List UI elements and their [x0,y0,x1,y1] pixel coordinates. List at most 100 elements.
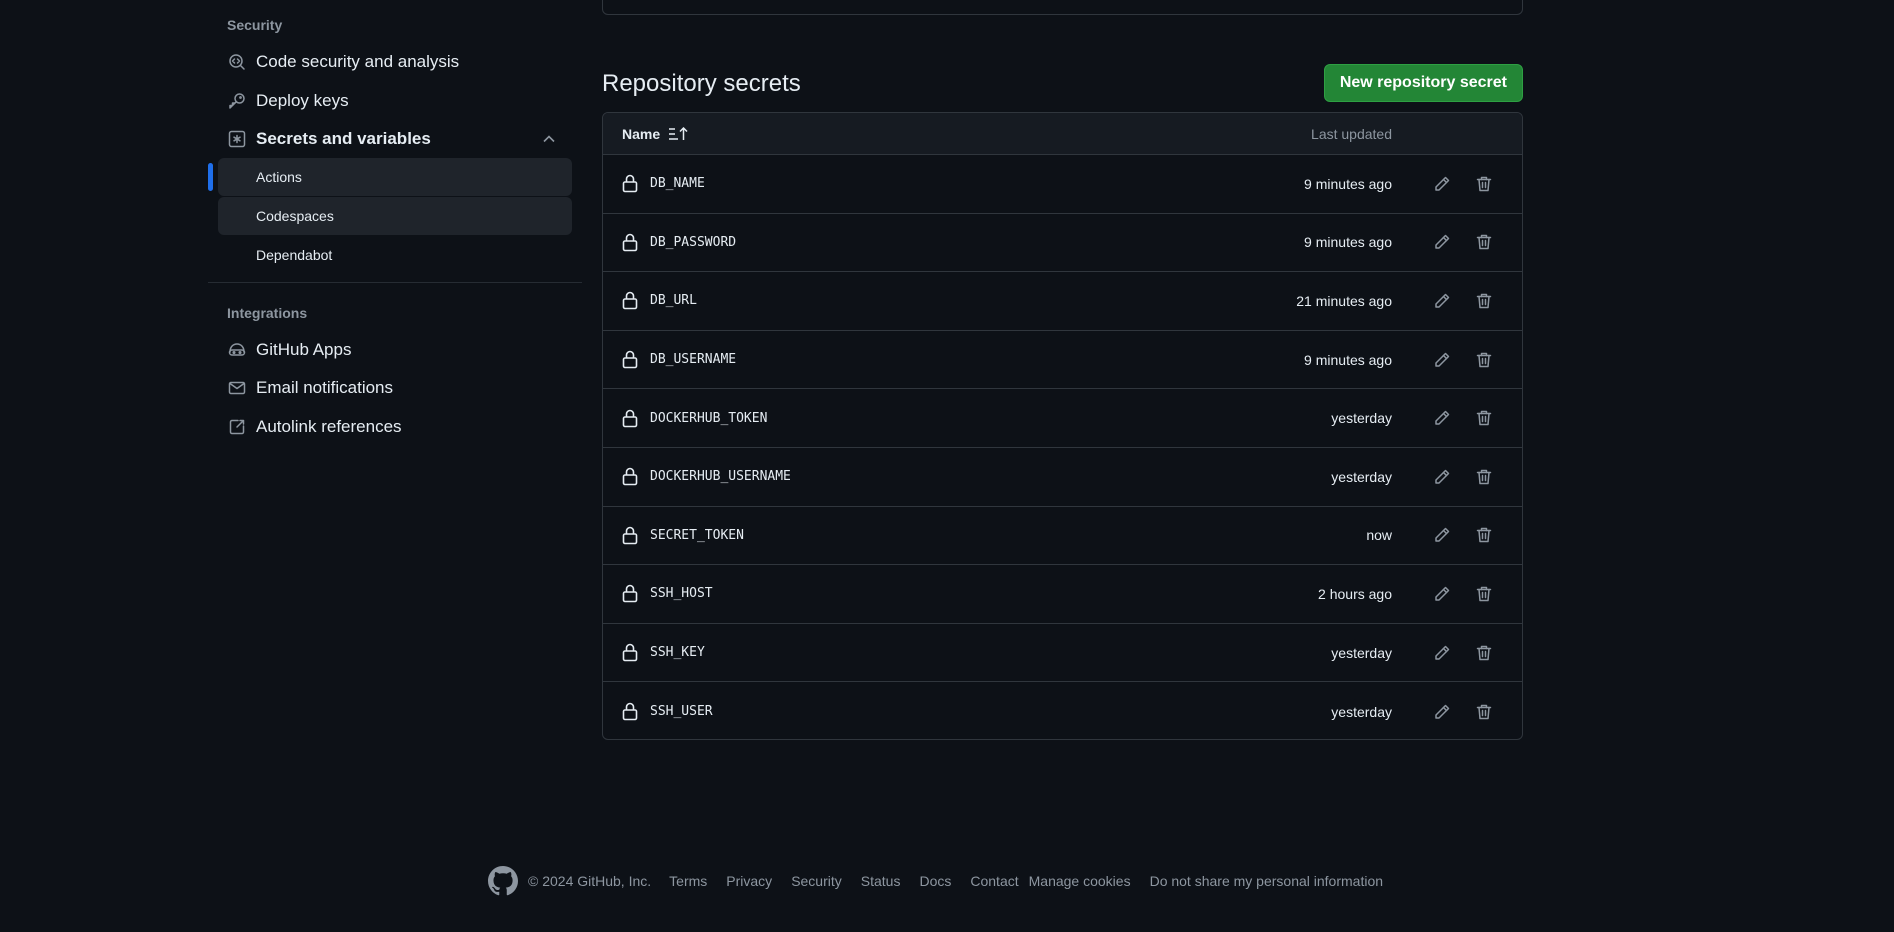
mail-icon [227,378,247,398]
chevron-up-icon[interactable] [540,130,558,148]
footer-link-security[interactable]: Security [791,873,842,889]
column-header-name: Name [622,125,661,142]
secret-last-updated: now [1366,527,1392,544]
table-row: DOCKERHUB_USERNAME yesterday [603,448,1522,507]
apps-icon [227,340,247,360]
secret-name: SSH_USER [650,704,713,720]
trash-icon[interactable] [1473,231,1495,253]
trash-icon[interactable] [1473,466,1495,488]
trash-icon[interactable] [1473,701,1495,723]
sidebar-subitem-actions[interactable]: Actions [218,158,572,196]
secret-name: DB_URL [650,293,697,309]
table-row: SECRET_TOKEN now [603,507,1522,566]
footer-link-docs[interactable]: Docs [919,873,951,889]
footer: © 2024 GitHub, Inc. Terms Privacy Securi… [488,866,1402,896]
secret-name: DB_NAME [650,176,705,192]
table-body: DB_NAME 9 minutes ago DB_PASSWORD 9 minutes… [603,155,1522,739]
footer-link-contact[interactable]: Contact [970,873,1018,889]
secret-last-updated: yesterday [1331,468,1392,485]
lock-icon [622,408,640,428]
sidebar-subitem-dependabot[interactable]: Dependabot [218,236,572,274]
new-repository-secret-button[interactable]: New repository secret [1323,64,1523,102]
column-header-last-updated: Last updated [1311,125,1392,142]
secret-name: DOCKERHUB_TOKEN [650,410,768,426]
trash-icon[interactable] [1473,524,1495,546]
table-row: SSH_USER yesterday [603,682,1522,739]
lock-icon [622,525,640,545]
lock-icon [622,643,640,663]
pencil-icon[interactable] [1431,583,1453,605]
secret-last-updated: yesterday [1331,703,1392,720]
sidebar-item-label: Email notifications [256,378,394,397]
table-row: DB_USERNAME 9 minutes ago [603,331,1522,390]
secret-last-updated: 9 minutes ago [1304,351,1392,368]
trash-icon[interactable] [1473,349,1495,371]
table-row: DB_NAME 9 minutes ago [603,155,1522,214]
lock-icon [622,232,640,252]
footer-link-do-not-share[interactable]: Do not share my personal information [1150,873,1383,889]
lock-icon [622,702,640,722]
lock-icon [622,584,640,604]
footer-link-manage-cookies[interactable]: Manage cookies [1029,873,1131,889]
trash-icon[interactable] [1473,173,1495,195]
secret-last-updated: 9 minutes ago [1304,175,1392,192]
secret-name: SECRET_TOKEN [650,527,744,543]
table-row: SSH_KEY yesterday [603,624,1522,683]
pencil-icon[interactable] [1431,173,1453,195]
secret-last-updated: 9 minutes ago [1304,234,1392,251]
table-row: DB_PASSWORD 9 minutes ago [603,214,1522,273]
sidebar-item-email-notifications[interactable]: Email notifications [218,370,572,406]
pencil-icon[interactable] [1431,407,1453,429]
trash-icon[interactable] [1473,642,1495,664]
copyright: © 2024 GitHub, Inc. [528,873,652,889]
trash-icon[interactable] [1473,407,1495,429]
secret-name: SSH_HOST [650,586,713,602]
sidebar-item-deploy-keys[interactable]: Deploy keys [218,83,572,119]
footer-link-status[interactable]: Status [861,873,901,889]
previous-section-box [602,0,1523,15]
sidebar-item-label: Autolink references [256,417,402,436]
sidebar-divider [208,282,582,283]
github-logo-icon[interactable] [488,866,518,896]
pencil-icon[interactable] [1431,701,1453,723]
secret-name: SSH_KEY [650,645,705,661]
trash-icon[interactable] [1473,583,1495,605]
secret-last-updated: 21 minutes ago [1296,292,1392,309]
pencil-icon[interactable] [1431,290,1453,312]
security-heading: Security [227,17,283,33]
sidebar-subitem-codespaces[interactable]: Codespaces [218,197,572,235]
secret-last-updated: yesterday [1331,410,1392,427]
lock-icon [622,467,640,487]
codescan-icon [227,52,247,72]
lock-icon [622,291,640,311]
pencil-icon[interactable] [1431,349,1453,371]
integrations-heading: Integrations [227,305,308,321]
active-indicator [208,163,213,191]
sidebar-item-code-security[interactable]: Code security and analysis [218,44,572,80]
cross-reference-icon [227,417,247,437]
footer-link-privacy[interactable]: Privacy [726,873,772,889]
secret-name: DOCKERHUB_USERNAME [650,469,791,485]
sidebar-item-label: Code security and analysis [256,52,460,71]
secret-last-updated: 2 hours ago [1318,585,1392,602]
footer-link-terms[interactable]: Terms [669,873,707,889]
sidebar-item-label: Deploy keys [256,91,349,110]
settings-page: Security Code security and analysis Depl… [0,0,1894,932]
sort-ascending-icon[interactable] [668,126,690,142]
pencil-icon[interactable] [1431,524,1453,546]
sidebar-item-label: Secrets and variables [256,129,431,148]
trash-icon[interactable] [1473,290,1495,312]
secrets-table: Name Last updated DB_NAME 9 minutes ago DB… [602,112,1523,740]
sidebar-item-autolink-references[interactable]: Autolink references [218,409,572,445]
table-header: Name Last updated [603,113,1522,155]
table-row: DOCKERHUB_TOKEN yesterday [603,389,1522,448]
table-row: DB_URL 21 minutes ago [603,272,1522,331]
sidebar-item-secrets-and-variables[interactable]: Secrets and variables [218,121,572,157]
pencil-icon[interactable] [1431,642,1453,664]
pencil-icon[interactable] [1431,231,1453,253]
asterisk-icon [227,129,247,149]
table-row: SSH_HOST 2 hours ago [603,565,1522,624]
sidebar-item-github-apps[interactable]: GitHub Apps [218,332,572,368]
page-title: Repository secrets [602,70,801,97]
pencil-icon[interactable] [1431,466,1453,488]
